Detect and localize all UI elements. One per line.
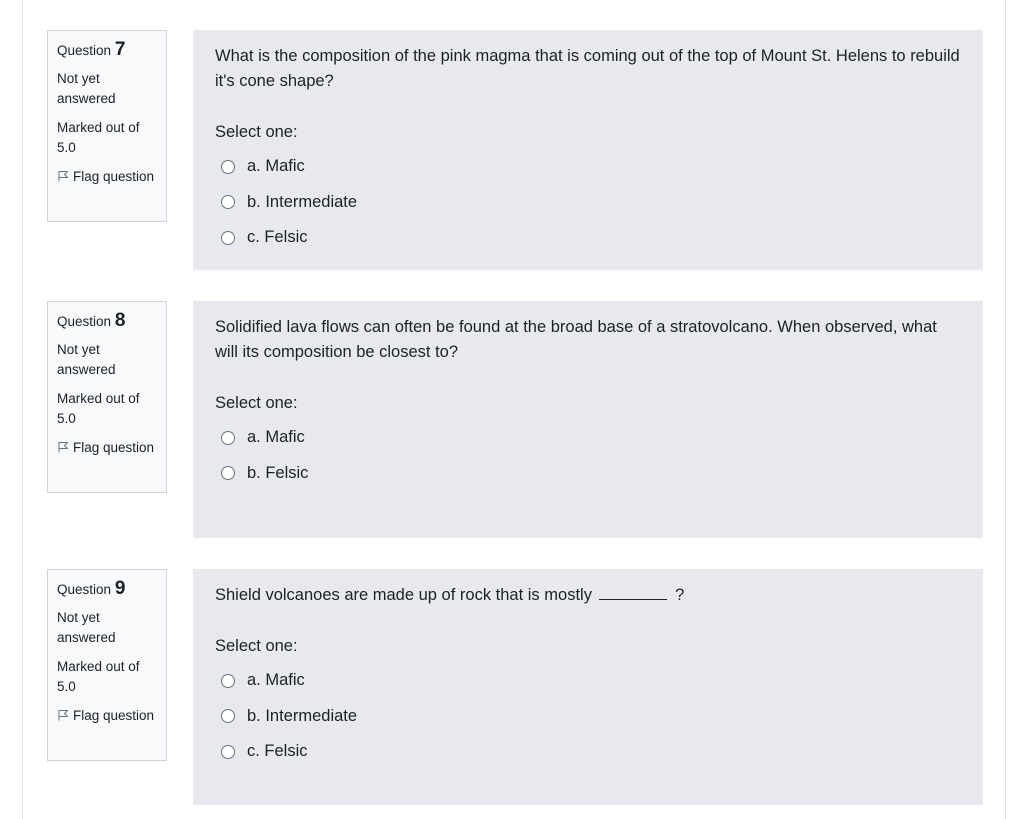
select-one-prompt: Select one:: [215, 394, 298, 412]
select-one-prompt: Select one:: [215, 123, 298, 141]
question-state: Not yet answered: [57, 342, 116, 377]
answer-label[interactable]: b. Intermediate: [247, 704, 357, 729]
question-label: Question: [57, 43, 112, 58]
question-number-heading: Question 9: [57, 579, 157, 600]
answer-label[interactable]: b. Felsic: [247, 461, 308, 486]
question-content: Solidified lava flows can often be found…: [193, 301, 983, 538]
radio-button[interactable]: [221, 159, 235, 174]
question-number-heading: Question 8: [57, 311, 157, 332]
select-one-prompt: Select one:: [215, 637, 298, 655]
answer-label[interactable]: a. Mafic: [247, 425, 305, 450]
question-number: 8: [114, 310, 126, 331]
question-text: What is the composition of the pink magm…: [215, 47, 960, 90]
answer-option-b[interactable]: b. Intermediate: [221, 185, 961, 221]
question-grade: Marked out of 5.0: [57, 120, 140, 155]
flag-icon: [58, 710, 68, 721]
radio-button[interactable]: [221, 230, 235, 245]
question-grade: Marked out of 5.0: [57, 391, 140, 426]
question-text: Solidified lava flows can often be found…: [215, 318, 937, 361]
answer-option-b[interactable]: b. Felsic: [221, 456, 961, 492]
answer-option-a[interactable]: a. Mafic: [221, 149, 961, 185]
question-text: Shield volcanoes are made up of rock tha…: [215, 583, 961, 608]
radio-button[interactable]: [221, 430, 235, 445]
question-state: Not yet answered: [57, 71, 116, 106]
flag-question-label: Flag question: [73, 169, 155, 184]
flag-question-link[interactable]: Flag question: [57, 167, 157, 187]
question-label: Question: [57, 314, 112, 329]
answer-label[interactable]: c. Felsic: [247, 739, 308, 764]
answer-label[interactable]: a. Mafic: [247, 668, 305, 693]
answer-label[interactable]: c. Felsic: [247, 225, 308, 250]
question-label: Question: [57, 582, 112, 597]
fill-in-blank: [598, 584, 667, 600]
flag-question-label: Flag question: [73, 440, 155, 455]
answer-option-a[interactable]: a. Mafic: [221, 420, 961, 456]
radio-button[interactable]: [221, 673, 235, 688]
question-info-panel: Question 8 Not yet answered Marked out o…: [47, 301, 167, 493]
answer-label[interactable]: b. Intermediate: [247, 190, 357, 215]
radio-button[interactable]: [221, 466, 235, 481]
answer-option-b[interactable]: b. Intermediate: [221, 699, 961, 735]
question-number: 7: [114, 39, 126, 60]
question-number-heading: Question 7: [57, 40, 157, 61]
radio-button[interactable]: [221, 744, 235, 759]
radio-button[interactable]: [221, 709, 235, 724]
question-state: Not yet answered: [57, 610, 116, 645]
question-text-before-blank: Shield volcanoes are made up of rock tha…: [215, 586, 592, 604]
answer-option-a[interactable]: a. Mafic: [221, 663, 961, 699]
answer-option-c[interactable]: c. Felsic: [221, 734, 961, 770]
flag-question-link[interactable]: Flag question: [57, 706, 157, 726]
question-number: 9: [114, 578, 126, 599]
question-content: What is the composition of the pink magm…: [193, 30, 983, 270]
question-info-panel: Question 9 Not yet answered Marked out o…: [47, 569, 167, 761]
flag-icon: [58, 171, 68, 182]
flag-question-link[interactable]: Flag question: [57, 438, 157, 458]
answer-label[interactable]: a. Mafic: [247, 154, 305, 179]
question-text-after-blank: ?: [675, 586, 685, 604]
quiz-page: Question 7 Not yet answered Marked out o…: [22, 0, 1006, 819]
question-grade: Marked out of 5.0: [57, 659, 140, 694]
radio-button[interactable]: [221, 195, 235, 210]
question-info-panel: Question 7 Not yet answered Marked out o…: [47, 30, 167, 222]
question-content: Shield volcanoes are made up of rock tha…: [193, 569, 983, 805]
flag-icon: [58, 442, 68, 453]
flag-question-label: Flag question: [73, 708, 155, 723]
answer-option-c[interactable]: c. Felsic: [221, 220, 961, 256]
